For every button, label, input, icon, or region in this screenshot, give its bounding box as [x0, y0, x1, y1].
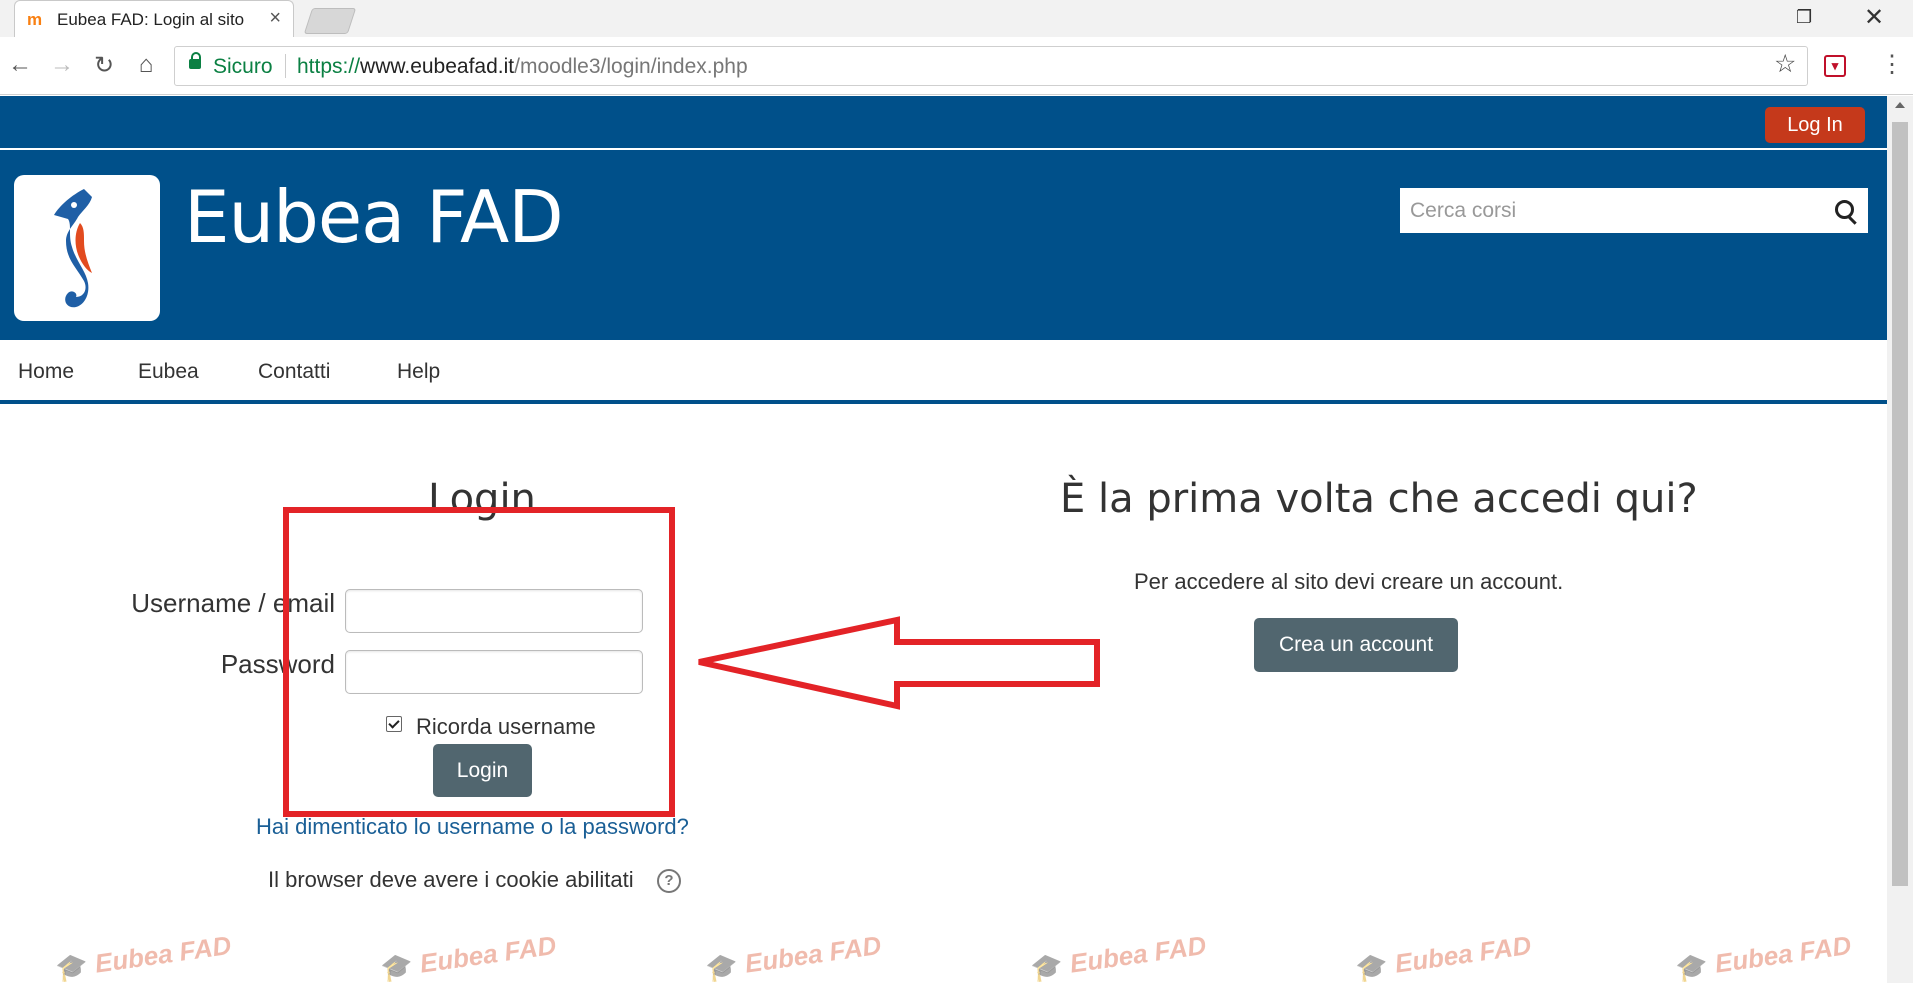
scroll-up-arrow-icon[interactable]: [1895, 102, 1905, 108]
annotation-highlight-box: [283, 507, 675, 817]
first-time-heading: È la prima volta che accedi qui?: [1060, 476, 1698, 522]
tab-title: Eubea FAD: Login al sito: [57, 10, 245, 29]
browser-tab[interactable]: m Eubea FAD: Login al sito ×: [14, 0, 294, 37]
seahorse-logo[interactable]: [14, 175, 160, 321]
watermark-logo: 🎓 Eubea FAD: [1028, 929, 1209, 985]
seahorse-logo-graphic: [54, 189, 92, 308]
browser-menu-icon[interactable]: ⋮: [1880, 50, 1904, 79]
watermark-logo: 🎓 Eubea FAD: [1673, 929, 1854, 985]
course-search: [1400, 188, 1868, 233]
forgot-password-link[interactable]: Hai dimenticato lo username o la passwor…: [256, 814, 689, 840]
login-top-button[interactable]: Log In: [1765, 107, 1865, 143]
address-bar[interactable]: Sicuro https://www.eubeafad.it/moodle3/l…: [174, 46, 1808, 86]
forward-arrow-icon[interactable]: →: [48, 51, 76, 79]
url-separator: [285, 54, 286, 78]
page-scrollbar[interactable]: [1887, 96, 1913, 983]
window-close-icon[interactable]: ✕: [1864, 3, 1884, 32]
new-tab-button[interactable]: [303, 8, 357, 34]
first-time-description: Per accedere al sito devi creare un acco…: [1134, 569, 1564, 594]
nav-item-eubea[interactable]: Eubea: [138, 360, 199, 384]
nav-item-help[interactable]: Help: [397, 360, 440, 384]
main-navigation: Home Eubea Contatti Help: [0, 340, 1887, 404]
reload-icon[interactable]: ↻: [90, 51, 118, 80]
secure-label: Sicuro: [213, 55, 273, 78]
lock-icon: [189, 52, 201, 69]
watermark-logo: 🎓 Eubea FAD: [1353, 929, 1534, 985]
url-protocol: https://: [297, 55, 361, 78]
url-path: /moodle3/login/index.php: [514, 55, 748, 78]
moodle-favicon-icon: m: [27, 10, 43, 29]
nav-item-home[interactable]: Home: [18, 360, 74, 384]
bookmark-star-icon[interactable]: ☆: [1774, 49, 1796, 79]
course-search-input[interactable]: [1400, 188, 1820, 233]
watermark-logo: 🎓 Eubea FAD: [378, 929, 559, 985]
tab-close-icon[interactable]: ×: [269, 7, 281, 30]
url-host: www.eubeafad.it: [360, 55, 515, 78]
url-text[interactable]: https://www.eubeafad.it/moodle3/login/in…: [297, 55, 748, 79]
create-account-button[interactable]: Crea un account: [1254, 618, 1458, 672]
watermark-logo: 🎓 Eubea FAD: [53, 929, 234, 985]
search-icon[interactable]: [1835, 200, 1854, 219]
browser-tab-strip: m Eubea FAD: Login al sito × ❐ ✕: [0, 0, 1913, 37]
back-arrow-icon[interactable]: ←: [6, 51, 34, 79]
home-icon[interactable]: ⌂: [132, 51, 160, 79]
site-name[interactable]: Eubea FAD: [184, 175, 564, 259]
help-icon[interactable]: ?: [657, 869, 681, 893]
site-topbar: Log In: [0, 96, 1887, 150]
browser-toolbar: ← → ↻ ⌂ Sicuro https://www.eubeafad.it/m…: [0, 37, 1913, 95]
watermark-logo: 🎓 Eubea FAD: [703, 929, 884, 985]
annotation-arrow: [698, 616, 1100, 710]
window-restore-icon[interactable]: ❐: [1796, 7, 1812, 28]
scrollbar-thumb[interactable]: [1892, 122, 1908, 886]
extension-icon[interactable]: ▾: [1824, 55, 1846, 77]
nav-item-contatti[interactable]: Contatti: [258, 360, 330, 384]
site-header: Eubea FAD: [0, 150, 1887, 340]
cookies-notice: Il browser deve avere i cookie abilitati: [268, 867, 634, 892]
